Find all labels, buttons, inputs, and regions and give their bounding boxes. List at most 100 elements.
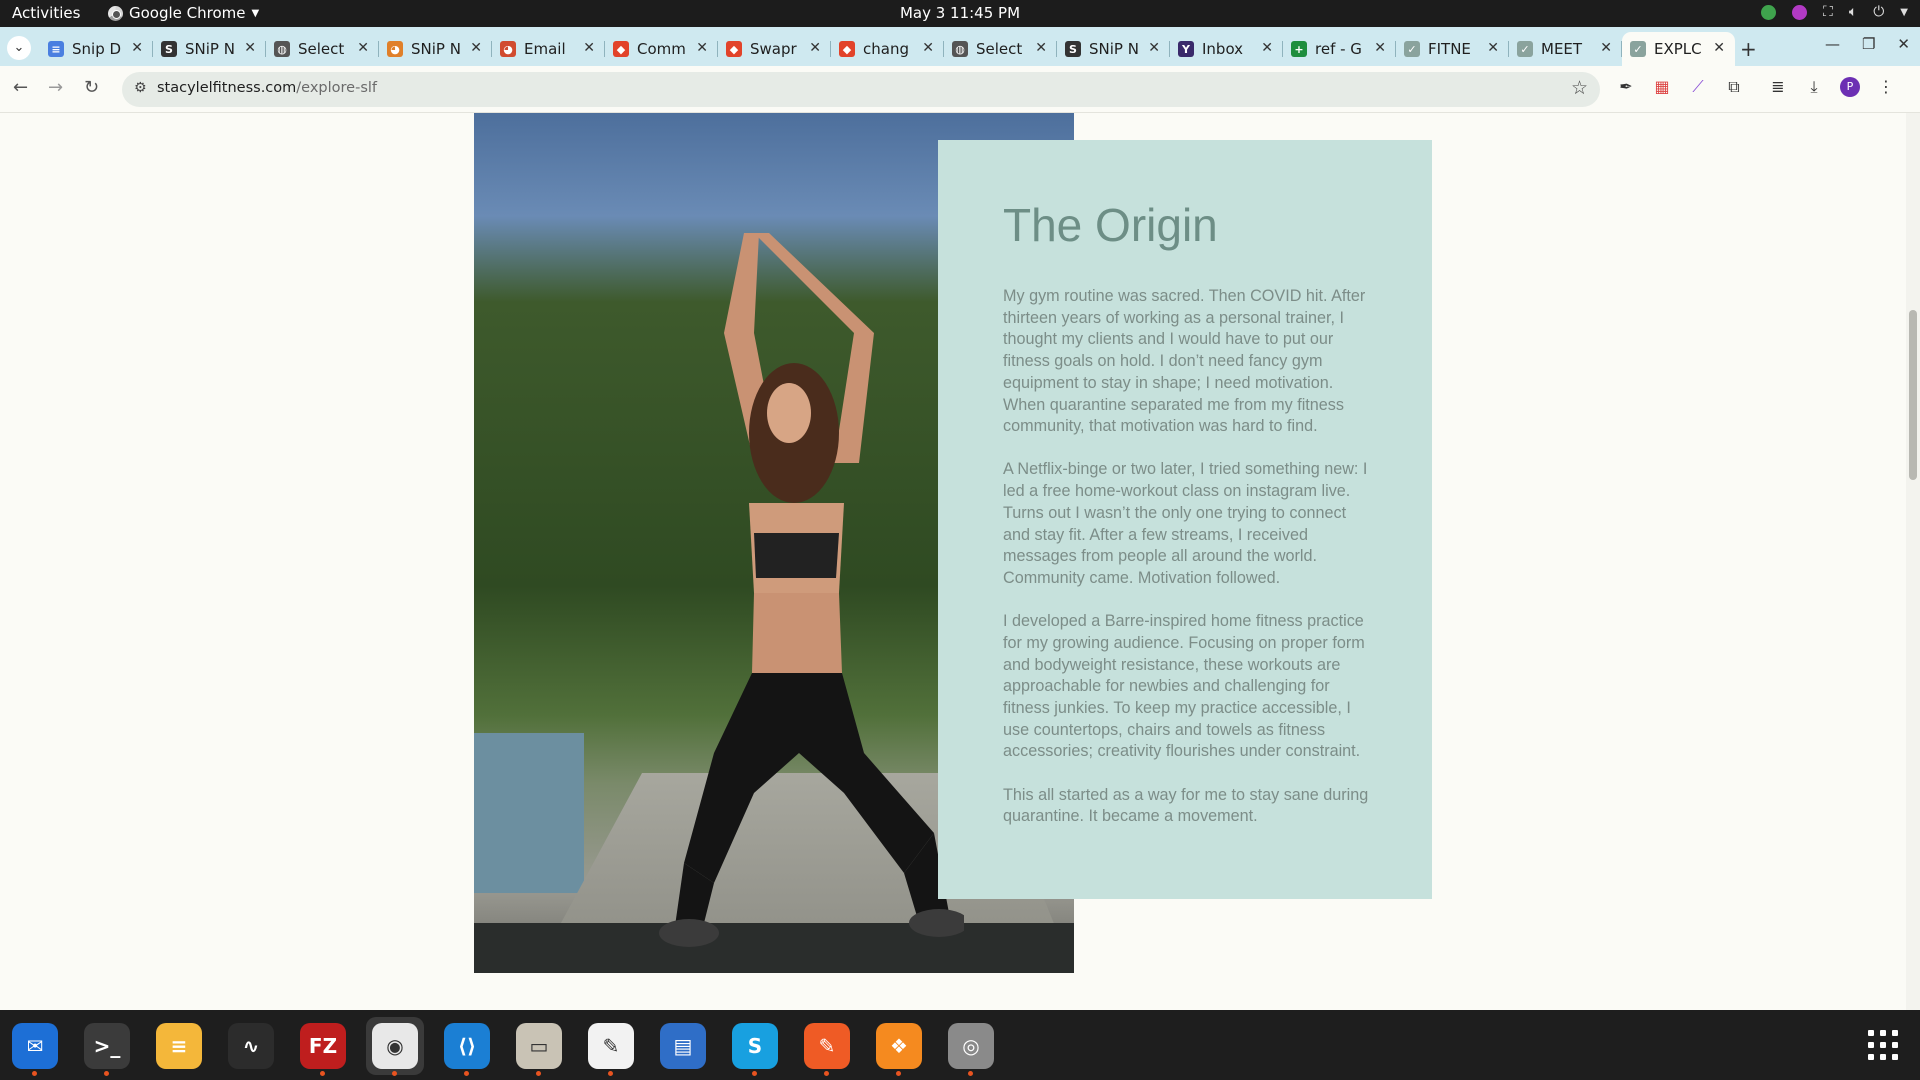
- close-icon[interactable]: ✕: [1148, 40, 1160, 56]
- close-icon[interactable]: ✕: [1713, 40, 1725, 56]
- disk-icon: ◎: [948, 1023, 994, 1069]
- dock-item[interactable]: ❖: [870, 1017, 928, 1076]
- vscode-icon: ⟨⟩: [444, 1023, 490, 1069]
- eyedropper-icon[interactable]: ✒: [1616, 77, 1636, 97]
- extensions-puzzle-icon[interactable]: ⧉: [1724, 77, 1744, 97]
- close-icon[interactable]: ✕: [1374, 40, 1386, 56]
- tab-label: Email: [524, 40, 566, 58]
- close-icon[interactable]: ✕: [1261, 40, 1273, 56]
- blender-like-icon: ❖: [876, 1023, 922, 1069]
- site-info-icon[interactable]: ⚙: [134, 80, 147, 96]
- show-apps-grid-icon[interactable]: [1868, 1030, 1898, 1060]
- chevron-down-icon: ▼: [251, 7, 260, 19]
- close-icon[interactable]: ✕: [1897, 35, 1910, 53]
- tab-search-button[interactable]: ⌄: [7, 36, 31, 60]
- chrome-icon: [108, 5, 123, 21]
- browser-tab[interactable]: Y Inbox ✕: [1170, 32, 1283, 66]
- browser-tab[interactable]: ✓ MEET ✕: [1509, 32, 1622, 66]
- chevron-down-icon[interactable]: ▼: [1900, 7, 1908, 18]
- address-bar[interactable]: ⚙ stacylelfitness.com/explore-slf ☆: [122, 72, 1600, 107]
- snip-icon: S: [1065, 41, 1081, 57]
- new-tab-button[interactable]: +: [1740, 37, 1757, 61]
- close-icon[interactable]: ✕: [1600, 40, 1612, 56]
- system-top-bar: Activities Google Chrome ▼ May 3 11:45 P…: [0, 0, 1920, 27]
- volume-icon[interactable]: 🔈︎: [1849, 4, 1857, 20]
- browser-tab[interactable]: + ref - G ✕: [1283, 32, 1396, 66]
- chrome-app-icon: ◕: [387, 41, 403, 57]
- close-icon[interactable]: ✕: [809, 40, 821, 56]
- page-scrollbar[interactable]: [1906, 113, 1920, 1010]
- close-icon[interactable]: ✕: [1035, 40, 1047, 56]
- dock-item[interactable]: ✉: [6, 1017, 64, 1076]
- browser-tab[interactable]: S SNiP N ✕: [153, 32, 266, 66]
- browser-tab[interactable]: ◆ chang ✕: [831, 32, 944, 66]
- browser-tab[interactable]: ◕ Email ✕: [492, 32, 605, 66]
- browser-tab[interactable]: ◆ Swapr ✕: [718, 32, 831, 66]
- close-icon[interactable]: ✕: [1487, 40, 1499, 56]
- dock-item[interactable]: ◉: [366, 1017, 424, 1076]
- close-icon[interactable]: ✕: [244, 40, 256, 56]
- forward-icon[interactable]: →: [48, 77, 63, 98]
- tab-label: ref - G: [1315, 40, 1362, 58]
- bookmark-star-icon[interactable]: ☆: [1571, 77, 1588, 99]
- extensions-area: ✒ ▦ ⟋ ⧉ ≣ ⤓ P ⋮: [1616, 77, 1896, 97]
- system-tray[interactable]: ⛶ 🔈︎ ⏻ ▼: [1761, 4, 1908, 20]
- system-monitor-icon: ∿: [228, 1023, 274, 1069]
- activities-button[interactable]: Activities: [12, 4, 80, 22]
- color-picker-icon[interactable]: [1792, 4, 1807, 20]
- network-icon[interactable]: ⛶: [1823, 4, 1833, 20]
- browser-tab[interactable]: ◕ SNiP N ✕: [379, 32, 492, 66]
- download-icon[interactable]: ⤓: [1804, 77, 1824, 97]
- close-icon[interactable]: ✕: [357, 40, 369, 56]
- browser-tab[interactable]: ✓ EXPLC ✕: [1622, 32, 1735, 66]
- clock[interactable]: May 3 11:45 PM: [900, 4, 1020, 22]
- app-menu-label: Google Chrome: [129, 4, 246, 22]
- tab-label: Select: [976, 40, 1023, 58]
- shield-icon[interactable]: [1761, 4, 1776, 20]
- dock-item[interactable]: >_: [78, 1017, 136, 1076]
- power-icon[interactable]: ⏻: [1873, 4, 1884, 20]
- dock-item[interactable]: ⟨⟩: [438, 1017, 496, 1076]
- dock-item[interactable]: ∿: [222, 1017, 280, 1075]
- dock-item[interactable]: ≡: [150, 1017, 208, 1075]
- browser-tab[interactable]: ◍ Select ✕: [266, 32, 379, 66]
- terminal-icon: >_: [84, 1023, 130, 1069]
- scrollbar-thumb[interactable]: [1909, 310, 1917, 480]
- browser-tab[interactable]: S SNiP N ✕: [1057, 32, 1170, 66]
- dock-item[interactable]: S: [726, 1017, 784, 1076]
- section-heading: The Origin: [1003, 199, 1218, 251]
- url-path: /explore-slf: [296, 80, 378, 96]
- app-menu[interactable]: Google Chrome ▼: [108, 4, 259, 22]
- docs-icon: ≡: [48, 41, 64, 57]
- close-icon[interactable]: ✕: [922, 40, 934, 56]
- yahoo-icon: Y: [1178, 41, 1194, 57]
- browser-tab[interactable]: ◆ Comm ✕: [605, 32, 718, 66]
- dock-item[interactable]: ✎: [582, 1017, 640, 1076]
- close-icon[interactable]: ✕: [696, 40, 708, 56]
- close-icon[interactable]: ✕: [583, 40, 595, 56]
- url-text[interactable]: stacylelfitness.com/explore-slf: [157, 80, 377, 96]
- profile-avatar[interactable]: P: [1840, 77, 1860, 97]
- dock-item[interactable]: ◎: [942, 1017, 1000, 1076]
- restore-icon[interactable]: ❐: [1862, 35, 1875, 53]
- chrome-icon: ◉: [372, 1023, 418, 1069]
- dock-item[interactable]: FZ: [294, 1017, 352, 1076]
- dock-item[interactable]: ▤: [654, 1017, 712, 1075]
- dock-item[interactable]: ✎: [798, 1017, 856, 1076]
- back-icon[interactable]: ←: [13, 77, 28, 98]
- filezilla-icon: FZ: [300, 1023, 346, 1069]
- tab-label: EXPLC: [1654, 40, 1702, 58]
- pen-extension-icon[interactable]: ⟋: [1688, 77, 1708, 97]
- browser-tab[interactable]: ✓ FITNE ✕: [1396, 32, 1509, 66]
- close-icon[interactable]: ✕: [131, 40, 143, 56]
- close-icon[interactable]: ✕: [470, 40, 482, 56]
- menu-kebab-icon[interactable]: ⋮: [1876, 77, 1896, 97]
- browser-tab[interactable]: ≡ Snip D ✕: [40, 32, 153, 66]
- reload-icon[interactable]: ↻: [84, 77, 99, 98]
- dock-item[interactable]: ▭: [510, 1017, 568, 1076]
- minimize-icon[interactable]: —: [1825, 35, 1840, 53]
- calendar-extension-icon[interactable]: ▦: [1652, 77, 1672, 97]
- origin-paragraph: This all started as a way for me to stay…: [1003, 785, 1369, 826]
- browser-tab[interactable]: ◍ Select ✕: [944, 32, 1057, 66]
- media-controls-icon[interactable]: ≣: [1768, 77, 1788, 97]
